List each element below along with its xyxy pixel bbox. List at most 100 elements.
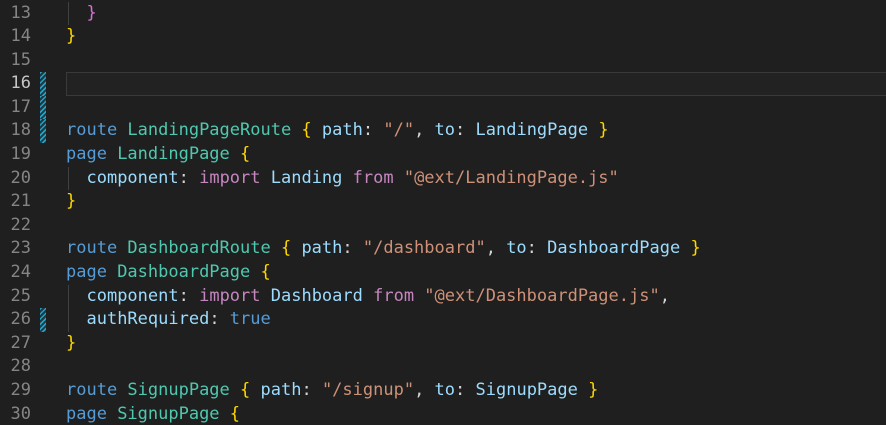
code-line[interactable]: 16 bbox=[0, 72, 886, 96]
line-number[interactable]: 18 bbox=[0, 119, 31, 143]
line-number[interactable]: 19 bbox=[0, 143, 31, 167]
code-line[interactable]: 23 route DashboardRoute { path: "/dashboa… bbox=[0, 237, 886, 261]
line-number[interactable]: 17 bbox=[0, 96, 31, 120]
line-number[interactable]: 23 bbox=[0, 237, 31, 261]
code-token: , bbox=[660, 286, 670, 306]
code-line[interactable]: 28 bbox=[0, 355, 886, 379]
code-token: route bbox=[66, 120, 127, 140]
gutter-decoration bbox=[40, 190, 46, 214]
code-token: Dashboard bbox=[271, 286, 373, 306]
code-line-content[interactable]: } bbox=[66, 190, 886, 214]
code-line[interactable]: 15 bbox=[0, 49, 886, 73]
code-line-content[interactable]: component: import Dashboard from "@ext/D… bbox=[66, 285, 886, 309]
code-token: { bbox=[230, 404, 240, 424]
code-line-content[interactable]: authRequired: true bbox=[66, 308, 886, 332]
code-token: "/dashboard" bbox=[363, 238, 486, 258]
modified-line-indicator bbox=[40, 308, 46, 332]
code-line-content[interactable] bbox=[66, 49, 886, 73]
code-line[interactable]: 22 bbox=[0, 214, 886, 238]
code-line[interactable]: 27} bbox=[0, 332, 886, 356]
code-token bbox=[66, 286, 86, 306]
code-token: page bbox=[66, 144, 117, 164]
code-line[interactable]: 20 component: import Landing from "@ext/… bbox=[0, 167, 886, 191]
code-line[interactable]: 19 page LandingPage { bbox=[0, 143, 886, 167]
code-token: , bbox=[414, 120, 434, 140]
code-token: "@ext/DashboardPage.js" bbox=[424, 286, 659, 306]
code-token: } bbox=[86, 3, 96, 23]
code-line[interactable]: 14} bbox=[0, 25, 886, 49]
code-token: } bbox=[690, 238, 700, 258]
line-number[interactable]: 16 bbox=[0, 72, 31, 96]
line-number[interactable]: 15 bbox=[0, 49, 31, 73]
code-token: { bbox=[260, 262, 270, 282]
gutter-decoration bbox=[40, 285, 46, 309]
code-token: SignupPage bbox=[117, 404, 230, 424]
line-number[interactable]: 22 bbox=[0, 214, 31, 238]
code-token: DashboardPage bbox=[117, 262, 260, 282]
code-line[interactable]: 24 page DashboardPage { bbox=[0, 261, 886, 285]
line-number[interactable]: 21 bbox=[0, 190, 31, 214]
code-editor: 13 }14}15161718route LandingPageRoute { … bbox=[0, 0, 886, 425]
code-token: : bbox=[363, 120, 383, 140]
code-line-content[interactable]: route SignupPage { path: "/signup", to: … bbox=[66, 379, 886, 403]
code-line-content[interactable]: route DashboardRoute { path: "/dashboard… bbox=[66, 237, 886, 261]
line-number[interactable]: 29 bbox=[0, 379, 31, 403]
code-token: { bbox=[240, 144, 250, 164]
code-line-content[interactable] bbox=[66, 72, 886, 96]
code-line-content[interactable]: route LandingPageRoute { path: "/", to: … bbox=[66, 119, 886, 143]
code-line[interactable]: 13 } bbox=[0, 2, 886, 26]
code-line[interactable]: 26 authRequired: true bbox=[0, 308, 886, 332]
code-line-content[interactable]: page SignupPage { bbox=[66, 403, 886, 425]
code-line-content[interactable] bbox=[66, 96, 886, 120]
line-number[interactable]: 13 bbox=[0, 2, 31, 26]
gutter-decoration bbox=[40, 49, 46, 73]
code-token: from bbox=[353, 168, 404, 188]
code-line-content[interactable] bbox=[66, 214, 886, 238]
code-token: } bbox=[66, 191, 76, 211]
code-line-content[interactable]: } bbox=[66, 332, 886, 356]
code-token: "/signup" bbox=[322, 380, 414, 400]
code-token: LandingPage bbox=[476, 120, 599, 140]
line-number[interactable]: 25 bbox=[0, 285, 31, 309]
code-token: path bbox=[261, 380, 302, 400]
code-line[interactable]: 29 route SignupPage { path: "/signup", to… bbox=[0, 379, 886, 403]
code-line-content[interactable]: page DashboardPage { bbox=[66, 261, 886, 285]
code-token: to bbox=[435, 380, 455, 400]
code-token: page bbox=[66, 404, 117, 424]
code-token: , bbox=[414, 380, 434, 400]
code-line-content[interactable]: } bbox=[66, 25, 886, 49]
code-line[interactable]: 25 component: import Dashboard from "@ex… bbox=[0, 285, 886, 309]
gutter-decoration bbox=[40, 2, 46, 26]
code-line-content[interactable] bbox=[66, 355, 886, 379]
code-token: component bbox=[86, 286, 178, 306]
modified-line-indicator bbox=[40, 119, 46, 143]
code-token: "@ext/LandingPage.js" bbox=[404, 168, 619, 188]
code-token: : bbox=[455, 380, 475, 400]
code-token: import bbox=[199, 286, 271, 306]
line-number[interactable]: 24 bbox=[0, 261, 31, 285]
gutter-decoration bbox=[40, 143, 46, 167]
code-token: : bbox=[179, 286, 199, 306]
code-token: : bbox=[342, 238, 362, 258]
code-token: authRequired bbox=[86, 309, 209, 329]
code-line[interactable]: 21} bbox=[0, 190, 886, 214]
code-line[interactable]: 18 route LandingPageRoute { path: "/", to… bbox=[0, 119, 886, 143]
code-token: DashboardPage bbox=[547, 238, 690, 258]
code-line-content[interactable]: page LandingPage { bbox=[66, 143, 886, 167]
line-number[interactable]: 26 bbox=[0, 308, 31, 332]
line-number[interactable]: 14 bbox=[0, 25, 31, 49]
line-number[interactable]: 28 bbox=[0, 355, 31, 379]
gutter-decoration bbox=[40, 237, 46, 261]
line-number[interactable]: 27 bbox=[0, 332, 31, 356]
code-line-content[interactable]: } bbox=[66, 2, 886, 26]
code-line[interactable]: 30 page SignupPage { bbox=[0, 403, 886, 425]
code-line[interactable]: 17 bbox=[0, 96, 886, 120]
modified-line-indicator bbox=[40, 72, 46, 96]
indent-guide bbox=[68, 285, 69, 309]
code-line-content[interactable]: component: import Landing from "@ext/Lan… bbox=[66, 167, 886, 191]
line-number[interactable]: 20 bbox=[0, 167, 31, 191]
indent-guide bbox=[68, 167, 69, 191]
line-number[interactable]: 30 bbox=[0, 403, 31, 425]
code-lines: 13 }14}15161718route LandingPageRoute { … bbox=[0, 2, 886, 425]
code-token: to bbox=[506, 238, 526, 258]
